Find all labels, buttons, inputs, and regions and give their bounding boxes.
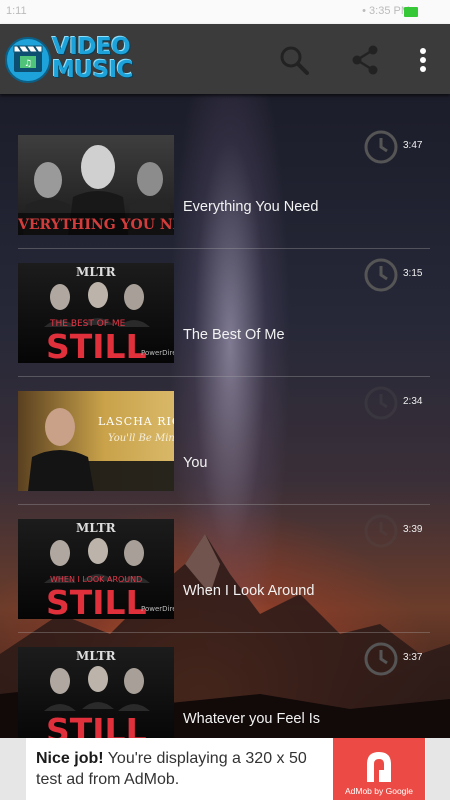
ad-text: Nice job! You're displaying a 320 x 50 t… (36, 748, 326, 790)
song-duration: 3:15 (403, 268, 423, 279)
song-title: Whatever you Feel Is (183, 711, 320, 727)
song-row[interactable]: MLTR WHEN I LOOK AROUND STILL PowerDirec… (0, 505, 450, 633)
song-duration: 2:34 (403, 396, 423, 407)
song-duration: 3:39 (403, 524, 423, 535)
logo-film-icon: ♫ (5, 37, 51, 83)
clock-icon (364, 642, 398, 676)
song-row[interactable]: MLTR THE BEST OF ME STILL PowerDirec The… (0, 249, 450, 377)
song-title: The Best Of Me (183, 327, 285, 343)
admob-badge-label: AdMob by Google (344, 786, 414, 796)
song-thumbnail: MLTR WHEN I LOOK AROUND STILL PowerDirec (18, 519, 174, 619)
thumb-big-text: STILL (46, 583, 147, 619)
thumb-credit: PowerDirec (141, 349, 174, 357)
more-vert-icon[interactable] (405, 42, 441, 78)
logo-line1: VIDEO (52, 34, 131, 60)
thumb-header: MLTR (76, 521, 116, 535)
app-root: 1:11 • 3:35 PM ♫ VIDEO MUSIC VERYTHING Y… (0, 0, 450, 800)
thumb-big-text: STILL (46, 711, 147, 738)
logo-line2: MUSIC (52, 57, 134, 83)
thumb-header: MLTR (76, 265, 116, 279)
song-thumbnail: MLTR THE BEST OF ME STILL PowerDirec (18, 263, 174, 363)
song-thumbnail: MLTR STILL (18, 647, 174, 738)
thumb-big-text: STILL (46, 327, 147, 363)
app-toolbar: ♫ VIDEO MUSIC (0, 24, 450, 94)
app-logo[interactable]: ♫ VIDEO MUSIC (4, 34, 140, 86)
song-thumbnail: LASCHA RICHT You'll Be Mine (18, 391, 174, 491)
ad-edge-right (426, 738, 450, 800)
clock-icon (364, 514, 398, 548)
song-row[interactable]: VERYTHING YOU NEE Everything You Need 3:… (0, 121, 450, 249)
clock-icon (364, 386, 398, 420)
status-right-text: • 3:35 PM (362, 5, 410, 17)
thumb-artist: LASCHA RICHT (98, 415, 174, 428)
song-list: VERYTHING YOU NEE Everything You Need 3:… (0, 94, 450, 738)
svg-text:♫: ♫ (24, 59, 32, 69)
battery-icon (404, 7, 418, 17)
song-duration: 3:47 (403, 140, 423, 151)
song-duration: 3:37 (403, 652, 423, 663)
thumb-credit: PowerDirec (141, 605, 174, 613)
song-title: When I Look Around (183, 583, 315, 599)
song-row[interactable]: MLTR STILL Whatever you Feel Is 3:37 (0, 633, 450, 738)
ad-bold-text: Nice job! (36, 750, 104, 767)
thumb-caption: VERYTHING YOU NEE (18, 217, 174, 233)
admob-badge[interactable]: AdMob by Google (333, 738, 425, 800)
song-title: Everything You Need (183, 199, 319, 215)
song-thumbnail: VERYTHING YOU NEE (18, 135, 174, 235)
song-title: You (183, 455, 208, 471)
thumb-header: MLTR (76, 649, 116, 663)
clock-icon (364, 258, 398, 292)
search-icon[interactable] (276, 42, 312, 78)
song-row[interactable]: LASCHA RICHT You'll Be Mine You 2:34 (0, 377, 450, 505)
status-left-text: 1:11 (6, 5, 27, 17)
clock-icon (364, 130, 398, 164)
share-icon[interactable] (347, 42, 383, 78)
admob-logo-icon (367, 752, 391, 782)
status-bar: 1:11 • 3:35 PM (0, 0, 450, 24)
ad-edge-left (0, 738, 26, 800)
thumb-subtitle: You'll Be Mine (108, 433, 174, 444)
logo-text: VIDEO MUSIC (52, 34, 134, 83)
admob-banner[interactable]: Nice job! You're displaying a 320 x 50 t… (0, 738, 450, 800)
